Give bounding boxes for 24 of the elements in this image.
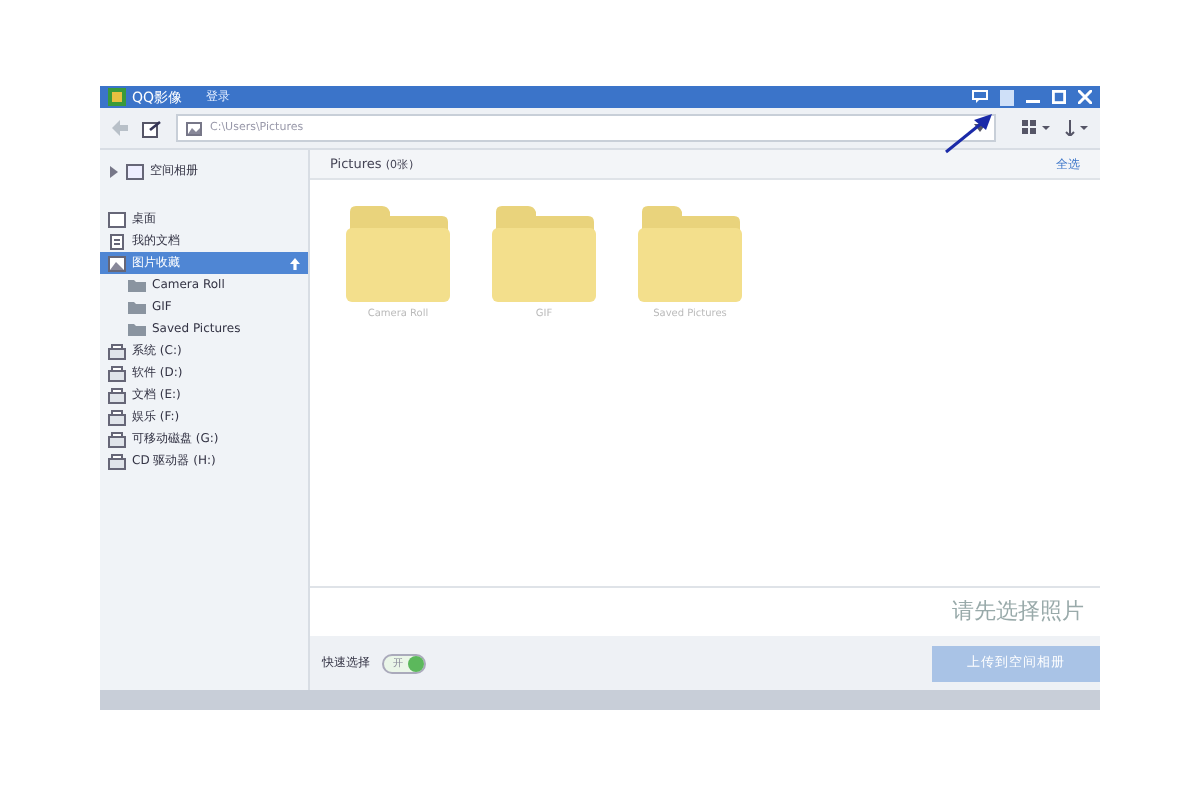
desktop-icon [108,211,126,227]
drive-icon [108,365,126,381]
export-icon[interactable] [142,119,162,137]
drive-icon [108,387,126,403]
maximize-icon[interactable] [1052,90,1066,104]
drive-icon [108,343,126,359]
grid-view-icon[interactable] [1022,120,1050,136]
picture-icon [108,255,126,271]
close-icon[interactable] [1078,90,1092,104]
hint-text: 请先选择照片 [310,586,1100,636]
drive-icon [108,409,126,425]
drive-icon [108,453,126,469]
expand-arrow-icon[interactable] [108,165,120,177]
dropdown-caret-icon[interactable] [974,124,986,132]
upload-arrow-icon[interactable] [290,257,300,269]
skin-icon[interactable] [1000,89,1014,105]
image-icon [186,121,202,135]
drive-icon [108,431,126,447]
sort-icon[interactable] [1064,120,1088,136]
app-logo-icon [108,88,126,106]
album-icon [126,163,144,179]
arrow-drawing [944,110,996,154]
document-icon [108,233,126,249]
chat-icon[interactable] [972,90,988,104]
